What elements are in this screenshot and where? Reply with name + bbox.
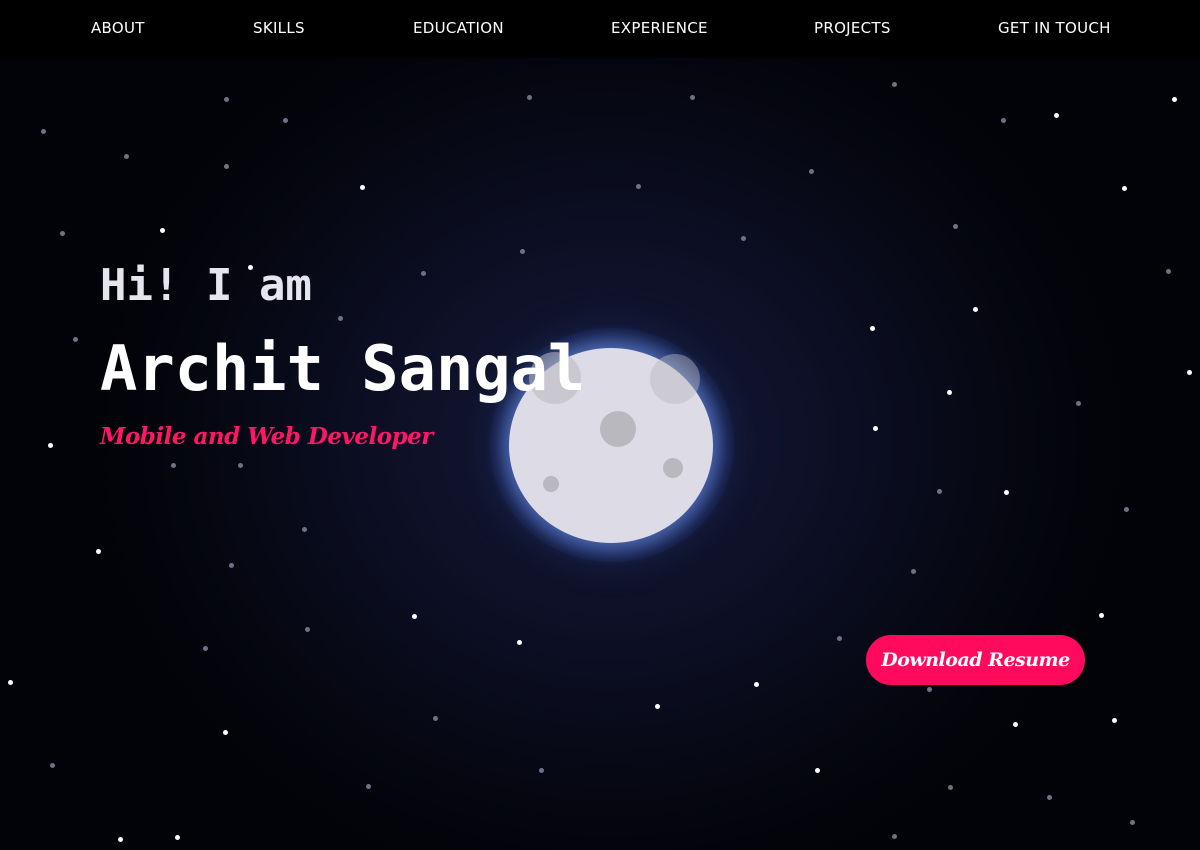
star (171, 463, 176, 468)
star (655, 704, 660, 709)
star (690, 95, 695, 100)
nav-education-link[interactable]: EDUCATION (413, 19, 504, 37)
moon-crater (543, 476, 559, 492)
star (8, 680, 13, 685)
star (937, 489, 942, 494)
star (421, 271, 426, 276)
star (96, 549, 101, 554)
star (520, 249, 525, 254)
star (338, 316, 343, 321)
nav-about-link[interactable]: ABOUT (91, 19, 145, 37)
star (73, 337, 78, 342)
star (973, 307, 978, 312)
star (160, 228, 165, 233)
star (1076, 401, 1081, 406)
star (175, 835, 180, 840)
nav-experience-link[interactable]: EXPERIENCE (611, 19, 708, 37)
star (124, 154, 129, 159)
star (238, 463, 243, 468)
star (224, 97, 229, 102)
nav-get-in-touch-link[interactable]: GET IN TOUCH (998, 19, 1111, 37)
star (636, 184, 641, 189)
star (1047, 795, 1052, 800)
star (48, 443, 53, 448)
download-resume-button[interactable]: Download Resume (866, 635, 1085, 685)
star (539, 768, 544, 773)
star (305, 627, 310, 632)
star (873, 426, 878, 431)
star (223, 730, 228, 735)
star (224, 164, 229, 169)
portfolio-page: ABOUT SKILLS EDUCATION EXPERIENCE PROJEC… (0, 0, 1200, 850)
star (60, 231, 65, 236)
star (118, 837, 123, 842)
star (41, 129, 46, 134)
star (203, 646, 208, 651)
star (1166, 269, 1171, 274)
nav-skills-link[interactable]: SKILLS (253, 19, 305, 37)
star (892, 834, 897, 839)
star (229, 563, 234, 568)
star (1187, 370, 1192, 375)
moon-crater (600, 411, 636, 447)
star (754, 682, 759, 687)
star (1124, 507, 1129, 512)
star (366, 784, 371, 789)
nav-projects-link[interactable]: PROJECTS (814, 19, 891, 37)
star (948, 785, 953, 790)
moon-crater (650, 354, 700, 404)
star (360, 185, 365, 190)
star (870, 326, 875, 331)
star (911, 569, 916, 574)
star (1054, 113, 1059, 118)
star (412, 614, 417, 619)
hero-name: Archit Sangal (100, 332, 586, 405)
hero-role-subtitle: Mobile and Web Developer (100, 423, 433, 450)
star (1013, 722, 1018, 727)
star (1130, 820, 1135, 825)
star (741, 236, 746, 241)
star (837, 636, 842, 641)
star (953, 224, 958, 229)
star (815, 768, 820, 773)
hero-greeting: Hi! I am (100, 260, 312, 311)
star (892, 82, 897, 87)
star (809, 169, 814, 174)
star (1122, 186, 1127, 191)
moon-crater (663, 458, 683, 478)
star (1099, 613, 1104, 618)
star (927, 687, 932, 692)
star (1004, 490, 1009, 495)
star (302, 527, 307, 532)
star (947, 390, 952, 395)
star (433, 716, 438, 721)
top-navbar: ABOUT SKILLS EDUCATION EXPERIENCE PROJEC… (0, 0, 1200, 58)
star (1112, 718, 1117, 723)
star (283, 118, 288, 123)
star (527, 95, 532, 100)
star (1001, 118, 1006, 123)
star (1172, 97, 1177, 102)
star (50, 763, 55, 768)
star (517, 640, 522, 645)
